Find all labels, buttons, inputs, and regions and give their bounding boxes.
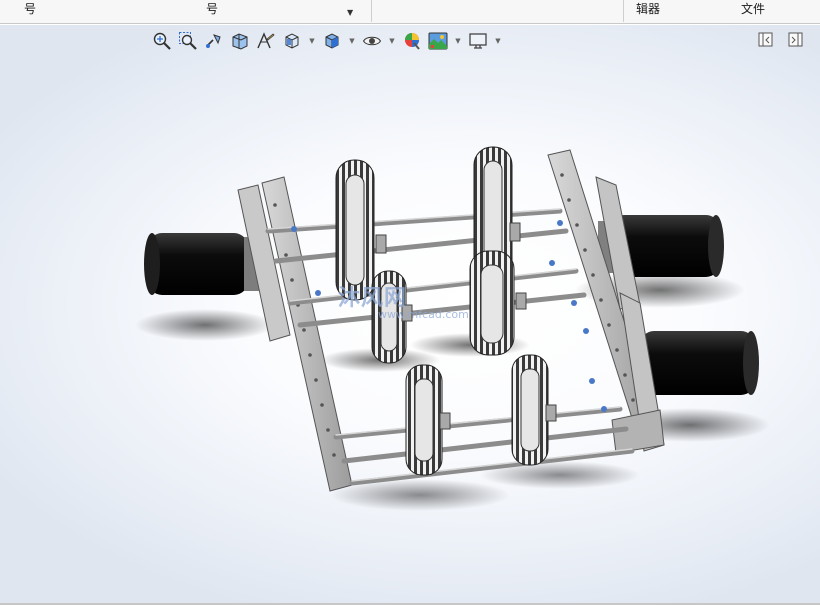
gear-lower-left[interactable] [405,364,443,476]
ribbon-item-label: 号 [206,2,219,16]
watermark-url: www.mfcad.com [378,308,469,321]
watermark: 沐风网 www.mfcad.com [338,280,469,321]
chevron-down-icon[interactable]: ▼ [347,8,353,17]
ribbon-item-label: 号 [24,2,37,16]
motor-left[interactable] [144,233,262,295]
ribbon-item-label: 辑器 [636,2,661,16]
gear-lower-right[interactable] [511,354,549,466]
ribbon-divider [371,0,372,22]
ribbon-item-3[interactable]: 辑器 [636,3,660,16]
ribbon-item-1[interactable]: 号 [24,3,36,16]
command-manager-ribbon: 号 号 ▼ 辑器 文件 [0,0,820,24]
ribbon-item-4[interactable]: 文件 [741,3,765,16]
graphics-viewport[interactable]: ▼ ▼ ▼ ▼ ▼ 沐风网 www.mfcad.com [0,25,820,603]
ribbon-item-2[interactable]: 号 [206,3,218,16]
gear-middle-right[interactable] [469,250,515,356]
ribbon-divider [623,0,624,22]
gear-upper-left[interactable] [335,159,375,301]
ribbon-item-label: 文件 [741,2,766,16]
